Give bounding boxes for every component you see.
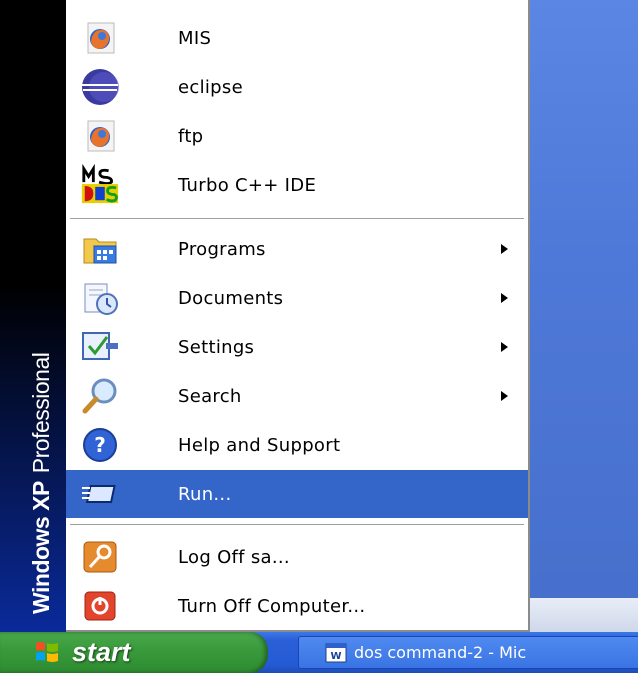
start-menu: Windows XP Professional MIS eclipse ftp T…: [0, 0, 530, 632]
start-label: start: [72, 637, 131, 667]
search-icon: [80, 378, 120, 414]
taskbar-button-label: dos command-2 - Mic: [354, 643, 527, 662]
ms-dos-icon: [80, 164, 120, 204]
menu-item-label: Programs: [178, 238, 266, 260]
firefox-icon: [80, 118, 120, 154]
submenu-arrow-icon: [501, 391, 508, 401]
menu-item-label: Run...: [178, 483, 232, 505]
help-icon: ?: [80, 427, 120, 463]
firefox-icon: [80, 20, 120, 56]
banner-edition: Professional: [28, 352, 54, 474]
menu-item-label: MIS: [178, 27, 212, 49]
menu-item-programs[interactable]: Programs: [66, 225, 528, 273]
menu-item-label: Turn Off Computer...: [178, 595, 366, 617]
key-icon: [80, 539, 120, 575]
menu-item-label: eclipse: [178, 76, 243, 98]
run-icon: [80, 476, 120, 512]
menu-item-turn-off[interactable]: Turn Off Computer...: [66, 582, 528, 630]
svg-text:W: W: [330, 651, 341, 662]
svg-text:?: ?: [94, 433, 106, 457]
menu-item-mis[interactable]: MIS: [66, 14, 528, 62]
start-button[interactable]: start: [0, 632, 268, 673]
documents-icon: [80, 280, 120, 316]
windows-logo-icon: [34, 640, 60, 664]
menu-item-label: Documents: [178, 287, 284, 309]
menu-separator: [70, 524, 524, 526]
eclipse-icon: [80, 69, 120, 105]
menu-item-turbo-cpp[interactable]: Turbo C++ IDE: [66, 161, 528, 209]
desktop-background: [530, 0, 638, 632]
taskbar: start W dos command-2 - Mic: [0, 632, 638, 673]
menu-item-run[interactable]: Run...: [66, 470, 528, 518]
menu-item-ftp[interactable]: ftp: [66, 112, 528, 160]
menu-item-label: Turbo C++ IDE: [178, 174, 317, 196]
start-menu-side-banner: Windows XP Professional: [0, 0, 66, 632]
submenu-arrow-icon: [501, 342, 508, 352]
submenu-arrow-icon: [501, 293, 508, 303]
menu-item-help-support[interactable]: ? Help and Support: [66, 421, 528, 469]
desktop-area: [530, 598, 638, 632]
menu-item-label: Help and Support: [178, 434, 341, 456]
menu-item-label: Log Off sa...: [178, 546, 290, 568]
menu-item-eclipse[interactable]: eclipse: [66, 63, 528, 111]
menu-item-label: ftp: [178, 125, 204, 147]
banner-brand: Windows XP: [28, 481, 54, 614]
menu-separator: [70, 218, 524, 220]
menu-item-label: Search: [178, 385, 242, 407]
menu-item-settings[interactable]: Settings: [66, 323, 528, 371]
menu-item-log-off[interactable]: Log Off sa...: [66, 533, 528, 581]
programs-folder-icon: [80, 231, 120, 267]
word-document-icon: W: [325, 643, 347, 663]
menu-item-label: Settings: [178, 336, 255, 358]
power-icon: [80, 588, 120, 624]
menu-item-search[interactable]: Search: [66, 372, 528, 420]
side-banner-text: Windows XP Professional: [28, 353, 55, 614]
taskbar-button-dos-command[interactable]: W dos command-2 - Mic: [298, 636, 638, 669]
submenu-arrow-icon: [501, 244, 508, 254]
settings-icon: [80, 329, 120, 365]
menu-item-documents[interactable]: Documents: [66, 274, 528, 322]
